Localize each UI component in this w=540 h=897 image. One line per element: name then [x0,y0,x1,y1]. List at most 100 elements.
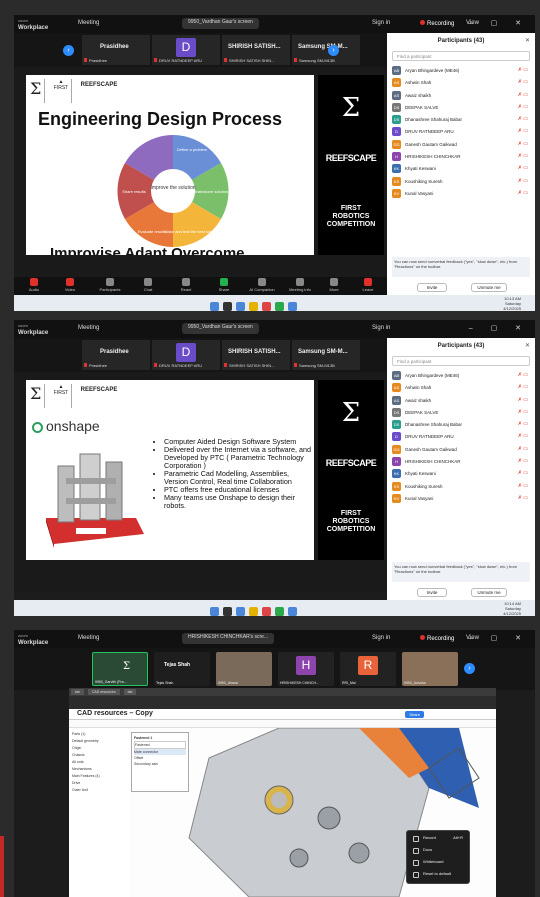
participant-row[interactable]: AS Ashwin Shah ✗ ▭ [392,77,530,89]
secondary-axis-checkbox[interactable]: Secondary axis [134,761,186,767]
browser-tab[interactable]: CAD resources [87,689,120,695]
prev-page-icon[interactable]: ‹ [63,45,74,56]
menu-item-record[interactable]: Record Alt+R [407,835,469,847]
mic-muted-icon[interactable]: ✗ ▭ [518,372,528,378]
share-button[interactable]: Share [210,278,238,292]
screen-share-pill[interactable]: HRISHIKESH CHINCHKAR's scre... [182,633,275,644]
participant-row[interactable]: H HRISHIKESH CHINCHKAR ✗ ▭ [392,151,530,163]
participant-row[interactable]: GG Ganesh Gautam Gaikwad ✗ ▭ [392,139,530,151]
unmute-me-button[interactable]: Unmute me [471,283,507,292]
tree-item[interactable]: Origin [72,745,126,752]
start-icon[interactable] [210,607,219,616]
chat-button[interactable]: Chat [134,278,162,292]
mic-muted-icon[interactable]: ✗ ▭ [518,409,528,415]
ai-companion-button[interactable]: AI Companion [248,278,276,292]
window-controls[interactable]: – ▢ ✕ [469,634,529,642]
participant-row[interactable]: GG Ganesh Gautam Gaikwad ✗ ▭ [392,444,530,456]
participant-row[interactable]: KS Koushiking Suresh ✗ ▭ [392,481,530,493]
video-tile[interactable]: Samsung SM-M... Samsung SM-M13B [292,340,360,370]
mic-muted-icon[interactable]: ✗ ▭ [518,79,528,85]
invite-button[interactable]: Invite [417,588,447,597]
tree-item[interactable]: Parts (1) [72,731,126,738]
more-button[interactable]: More [320,278,348,292]
screen-share-pill[interactable]: 9950_Vardhan Gaur's screen [182,323,259,334]
leave-button[interactable]: Leave [354,278,382,292]
mic-muted-icon[interactable]: ✗ ▭ [518,165,528,171]
menu-item-docs[interactable]: Docs [407,847,469,859]
tree-item[interactable]: Main Features (4) [72,773,126,780]
tree-item[interactable]: All rods [72,759,126,766]
sign-in-link[interactable]: Sign in [372,20,390,26]
browser-tab[interactable]: tab [123,689,137,695]
participant-search-input[interactable]: Find a participant [392,356,530,366]
participant-row[interactable]: DS DEEPAK SALVE ✗ ▭ [392,407,530,419]
share-button[interactable]: Share [405,711,424,718]
video-tile[interactable]: Tejas Shah Tejas Shah [154,652,210,686]
mic-muted-icon[interactable]: ✗ ▭ [518,141,528,147]
chrome-icon[interactable] [262,607,271,616]
participant-row[interactable]: DS Dhanashree Shahuraj Babar ✗ ▭ [392,419,530,431]
video-tile[interactable]: 9950_Ansaha [402,652,458,686]
invite-button[interactable]: Invite [417,283,447,292]
mic-muted-icon[interactable]: ✗ ▭ [518,483,528,489]
task-view-icon[interactable] [236,302,245,311]
video-tile[interactable]: Prasidhee Prasidhee [82,340,150,370]
address-bar[interactable] [69,696,496,703]
participant-row[interactable]: DS DEEPAK SALVE ✗ ▭ [392,102,530,114]
mic-muted-icon[interactable]: ✗ ▭ [518,470,528,476]
mate-type-select[interactable]: Fastened [134,741,186,749]
browser-tab[interactable]: tab [71,689,84,695]
excel-icon[interactable] [275,302,284,311]
participant-row[interactable]: AB Aryan Bhingardeve (ME46) ✗ ▭ [392,65,530,77]
participant-row[interactable]: AS Awaiz shaikh ✗ ▭ [392,395,530,407]
mic-muted-icon[interactable]: ✗ ▭ [518,116,528,122]
system-clock[interactable]: 10:13 AM Saturday 4/12/2025 [503,296,521,311]
video-tile[interactable]: SHIRISH SATISH... SHIRISH SATISH SHIN... [222,35,290,65]
participant-row[interactable]: H HRISHIKESH CHINCHKAR ✗ ▭ [392,456,530,468]
close-icon[interactable]: ✕ [525,342,530,349]
mic-muted-icon[interactable]: ✗ ▭ [518,446,528,452]
participant-search-input[interactable]: Find a participant [392,51,530,61]
video-tile[interactable]: R RRI_Mai [340,652,396,686]
task-view-icon[interactable] [236,607,245,616]
participant-row[interactable]: DS Dhanashree Shahuraj Babar ✗ ▭ [392,114,530,126]
participant-row[interactable]: KV Kunal Vasyani ✗ ▭ [392,493,530,505]
participant-row[interactable]: AS Awaiz shaikh ✗ ▭ [392,90,530,102]
onshape-toolbar[interactable] [69,720,496,728]
mic-muted-icon[interactable]: ✗ ▭ [518,128,528,134]
mic-muted-icon[interactable]: ✗ ▭ [518,67,528,73]
tree-item[interactable]: Drive [72,780,126,787]
video-tile[interactable]: Samsung SM-M... Samsung SM-M13B [292,35,360,65]
mic-muted-icon[interactable]: ✗ ▭ [518,495,528,501]
tree-item[interactable]: Default geometry [72,738,126,745]
system-clock[interactable]: 10:14 AM Saturday 4/12/2025 [503,601,521,616]
mic-muted-icon[interactable]: ✗ ▭ [518,92,528,98]
video-tile[interactable]: SHIRISH SATISH... SHIRISH SATISH SHIN... [222,340,290,370]
video-tile[interactable]: D DRUV RATNDEEP ARU [152,340,220,370]
recording-indicator[interactable]: Recording [420,20,454,27]
participant-row[interactable]: D DRUV RATNDEEP ARU ✗ ▭ [392,126,530,138]
video-button[interactable]: Video [56,278,84,292]
participant-row[interactable]: KK Khyati Keswani ✗ ▭ [392,163,530,175]
next-page-icon[interactable]: › [464,663,475,674]
video-tile[interactable]: 9950_Ahana [216,652,272,686]
search-icon[interactable] [223,607,232,616]
menu-item-whiteboard[interactable]: Whiteboard [407,859,469,871]
participant-row[interactable]: KK Khyati Keswani ✗ ▭ [392,468,530,480]
unmute-me-button[interactable]: Unmute me [471,588,507,597]
tree-item[interactable]: Outer Unit [72,787,126,794]
menu-item-reset[interactable]: Reset to default [407,871,469,883]
tree-item[interactable]: Mechanisms [72,766,126,773]
react-button[interactable]: React [172,278,200,292]
search-icon[interactable] [223,302,232,311]
mic-muted-icon[interactable]: ✗ ▭ [518,190,528,196]
recording-indicator[interactable]: Recording [420,635,454,642]
zoom-icon[interactable] [288,607,297,616]
close-icon[interactable]: ✕ [525,37,530,44]
file-explorer-icon[interactable] [249,302,258,311]
participant-row[interactable]: KV Kunal Vasyani ✗ ▭ [392,188,530,200]
participant-row[interactable]: D DRUV RATNDEEP ARU ✗ ▭ [392,431,530,443]
participant-row[interactable]: AS Ashwin Shah ✗ ▭ [392,382,530,394]
participant-row[interactable]: KS Koushiking Suresh ✗ ▭ [392,176,530,188]
excel-icon[interactable] [275,607,284,616]
